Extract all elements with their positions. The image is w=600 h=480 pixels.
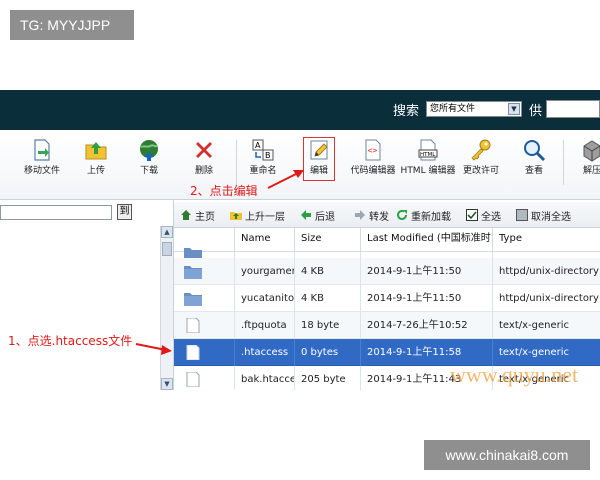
- nav-select-all[interactable]: 全选: [466, 208, 501, 223]
- scroll-up-icon[interactable]: ▲: [161, 226, 173, 238]
- extract-icon: [583, 140, 600, 162]
- nav-reload[interactable]: 重新加载: [396, 208, 451, 223]
- extract-button[interactable]: 解压: [562, 138, 600, 177]
- upload-icon: [85, 142, 107, 160]
- top-bar: 搜索 您所有文件 ▼ 供: [0, 90, 600, 130]
- folder-up-icon: [230, 212, 242, 220]
- column-header-modified[interactable]: Last Modified (中国标准时: [360, 228, 492, 252]
- search-scope-value: 您所有文件: [430, 104, 476, 114]
- move-file-icon: [34, 139, 50, 161]
- view-button[interactable]: 查看: [504, 138, 564, 177]
- code-editor-icon: <>: [365, 139, 381, 161]
- svg-text:A: A: [255, 141, 261, 150]
- svg-text:<>: <>: [368, 146, 378, 155]
- rename-button[interactable]: A B 重命名: [233, 138, 293, 177]
- move-file-button[interactable]: 移动文件: [12, 138, 72, 177]
- delete-icon: [196, 142, 212, 158]
- code-editor-button[interactable]: <> 代码编辑器: [343, 138, 403, 177]
- table-header: Name Size Last Modified (中国标准时 Type: [174, 228, 600, 252]
- directory-tree-pane: 到: [0, 200, 174, 390]
- checkbox-empty-icon: [516, 209, 528, 221]
- search-scope-select[interactable]: 您所有文件 ▼: [426, 101, 522, 117]
- table-row[interactable]: yucatanitoc 4 KB 2014-9-1上午11:50 httpd/u…: [174, 285, 600, 312]
- rename-icon: A B: [252, 139, 274, 161]
- site-label-badge: www.chinakai8.com: [424, 440, 590, 470]
- html-editor-button[interactable]: HTML HTML 编辑器: [398, 138, 458, 177]
- nav-forward[interactable]: 转发: [354, 208, 389, 223]
- go-button[interactable]: 到: [117, 204, 132, 220]
- tg-label-badge: TG: MYYJJPP: [10, 10, 134, 40]
- search-input[interactable]: [546, 100, 600, 118]
- tree-scrollbar[interactable]: ▲ ▼: [160, 226, 173, 390]
- file-icon: [186, 318, 200, 333]
- nav-home[interactable]: 主页: [180, 208, 215, 223]
- step2-annotation: 2、点击编辑: [190, 184, 258, 198]
- download-icon: [140, 140, 158, 161]
- checkbox-checked-icon: [466, 209, 478, 221]
- search-label: 搜索: [393, 104, 420, 119]
- change-permissions-button[interactable]: 更改许可: [451, 138, 511, 177]
- scroll-thumb[interactable]: [162, 242, 172, 256]
- scroll-down-icon[interactable]: ▼: [161, 378, 173, 390]
- column-header-name[interactable]: Name: [234, 228, 294, 252]
- delete-button[interactable]: 删除: [174, 138, 234, 177]
- svg-text:HTML: HTML: [420, 152, 436, 158]
- chevron-down-icon[interactable]: ▼: [508, 103, 520, 115]
- svg-text:B: B: [265, 151, 271, 160]
- folder-icon: [184, 293, 202, 306]
- column-header-size[interactable]: Size: [294, 228, 360, 252]
- step1-annotation: 1、点选.htaccess文件: [8, 334, 133, 348]
- home-icon: [181, 210, 191, 220]
- reload-icon: [397, 209, 407, 220]
- nav-deselect-all[interactable]: 取消全选: [516, 208, 571, 223]
- folder-icon: [184, 266, 202, 279]
- permissions-key-icon: [471, 139, 491, 161]
- path-input[interactable]: [0, 205, 112, 220]
- download-button[interactable]: 下载: [119, 138, 179, 177]
- nav-back[interactable]: 后退: [300, 208, 335, 223]
- html-editor-icon: HTML: [418, 139, 438, 161]
- upload-button[interactable]: 上传: [66, 138, 126, 177]
- file-icon: [186, 345, 200, 360]
- file-navbar: 主页 上升一层 后退 转发 重新加载 全选 取消全选: [174, 202, 600, 228]
- quyu-watermark: www.quyu.net: [450, 362, 579, 387]
- arrow-left-icon: [301, 210, 311, 220]
- column-header-type[interactable]: Type: [492, 228, 600, 252]
- file-toolbar: 移动文件 上传 下载 删除 A B 重命名 编辑 <> 代码编辑器 HTML H…: [0, 130, 600, 200]
- file-icon: [186, 372, 200, 387]
- nav-up-one-level[interactable]: 上升一层: [230, 208, 285, 223]
- table-row[interactable]: yourgamere 4 KB 2014-9-1上午11:50 httpd/un…: [174, 258, 600, 285]
- edit-highlight-box: [303, 137, 335, 181]
- provide-label: 供: [529, 104, 543, 119]
- arrow-right-icon: [355, 210, 365, 220]
- view-magnifier-icon: [524, 140, 546, 162]
- table-row[interactable]: .ftpquota 18 byte 2014-7-26上午10:52 text/…: [174, 312, 600, 339]
- column-header-icon: [174, 228, 234, 252]
